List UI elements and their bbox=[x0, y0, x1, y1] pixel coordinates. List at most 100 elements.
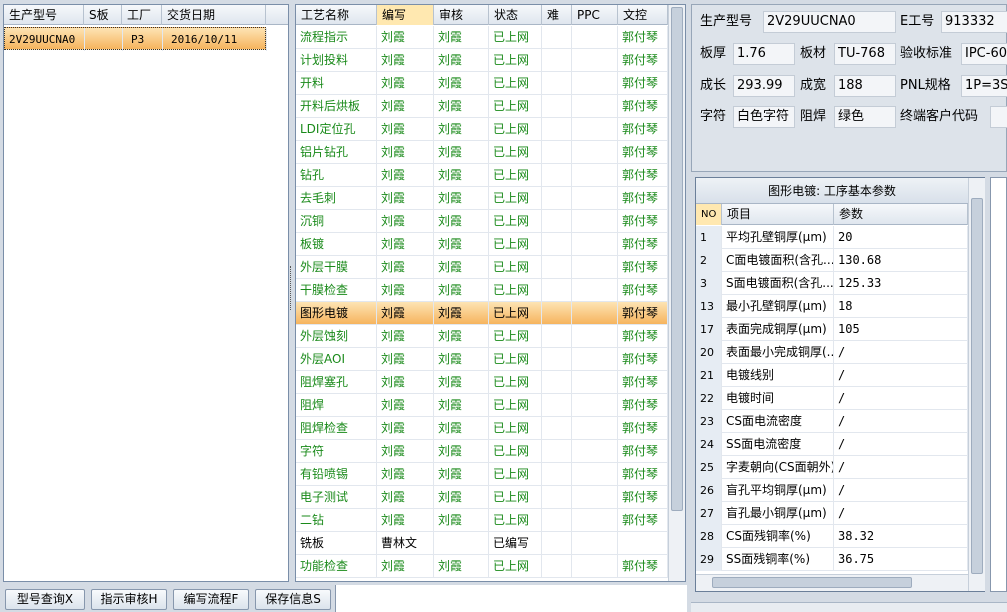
model-row[interactable]: 2V29UUCNA0 P3 2016/10/11 bbox=[4, 27, 267, 51]
process-row[interactable]: 铝片钻孔 刘霞 刘霞 已上网 郭付琴 bbox=[296, 141, 668, 164]
process-row[interactable]: 铣板 曹林文 已编写 bbox=[296, 532, 668, 555]
process-row[interactable]: 外层干膜 刘霞 刘霞 已上网 郭付琴 bbox=[296, 256, 668, 279]
param-item-cell: SS面残铜率(%) bbox=[722, 548, 834, 571]
acceptance-std-field[interactable]: IPC-60 bbox=[961, 43, 1007, 65]
customer-code-field[interactable] bbox=[990, 106, 1007, 128]
col-delivery-date[interactable]: 交货日期 bbox=[162, 5, 266, 25]
col-ppc[interactable]: PPC bbox=[572, 5, 618, 25]
mask-field[interactable]: 绿色 bbox=[834, 106, 896, 128]
process-row[interactable]: 图形电镀 刘霞 刘霞 已上网 郭付琴 bbox=[296, 302, 668, 325]
length-field[interactable]: 293.99 bbox=[733, 75, 795, 97]
col-s-board[interactable]: S板 bbox=[84, 5, 122, 25]
process-list-panel: 工艺名称 编写 审核 状态 难 PPC 文控 流程指示 刘霞 刘霞 已上网 郭付琴 计划投… bbox=[295, 4, 686, 582]
author-cell: 曹林文 bbox=[377, 532, 434, 555]
col-process-name[interactable]: 工艺名称 bbox=[296, 5, 377, 25]
process-name-cell: 钻孔 bbox=[296, 164, 377, 187]
col-model[interactable]: 生产型号 bbox=[4, 5, 84, 25]
process-row[interactable]: 沉铜 刘霞 刘霞 已上网 郭付琴 bbox=[296, 210, 668, 233]
param-row[interactable]: 23 CS面电流密度 / bbox=[696, 410, 968, 433]
doc-control-cell: 郭付琴 bbox=[618, 118, 668, 141]
param-row[interactable]: 13 最小孔壁铜厚(μm) 18 bbox=[696, 295, 968, 318]
write-flow-button[interactable]: 编写流程F bbox=[173, 589, 249, 610]
eng-field[interactable]: 913332 bbox=[941, 11, 1007, 33]
col-factory[interactable]: 工厂 bbox=[122, 5, 162, 25]
col-item[interactable]: 项目 bbox=[722, 204, 834, 225]
param-row[interactable]: 27 盲孔最小铜厚(μm) / bbox=[696, 502, 968, 525]
process-row[interactable]: 板镀 刘霞 刘霞 已上网 郭付琴 bbox=[296, 233, 668, 256]
param-row[interactable]: 2 C面电镀面积(含孔... 130.68 bbox=[696, 249, 968, 272]
params-scrollbar[interactable] bbox=[968, 178, 985, 591]
process-row[interactable]: 去毛刺 刘霞 刘霞 已上网 郭付琴 bbox=[296, 187, 668, 210]
process-row[interactable]: 阻焊塞孔 刘霞 刘霞 已上网 郭付琴 bbox=[296, 371, 668, 394]
save-info-button[interactable]: 保存信息S bbox=[255, 589, 331, 610]
process-row[interactable]: 开料后烘板 刘霞 刘霞 已上网 郭付琴 bbox=[296, 95, 668, 118]
param-row[interactable]: 1 平均孔壁铜厚(μm) 20 bbox=[696, 226, 968, 249]
process-row[interactable]: LDI定位孔 刘霞 刘霞 已上网 郭付琴 bbox=[296, 118, 668, 141]
reviewer-cell: 刘霞 bbox=[434, 210, 489, 233]
process-name-cell: 铣板 bbox=[296, 532, 377, 555]
author-cell: 刘霞 bbox=[377, 95, 434, 118]
params-hscrollbar[interactable] bbox=[696, 574, 968, 591]
doc-control-cell: 郭付琴 bbox=[618, 325, 668, 348]
process-row[interactable]: 功能检查 刘霞 刘霞 已上网 郭付琴 bbox=[296, 555, 668, 578]
process-list-scroll-thumb[interactable] bbox=[671, 7, 683, 511]
param-row[interactable]: 17 表面完成铜厚(μm) 105 bbox=[696, 318, 968, 341]
ppc-cell bbox=[572, 555, 618, 578]
ppc-cell bbox=[572, 486, 618, 509]
process-row[interactable]: 干膜检查 刘霞 刘霞 已上网 郭付琴 bbox=[296, 279, 668, 302]
params-hscroll-thumb[interactable] bbox=[712, 577, 912, 588]
difficulty-cell bbox=[542, 348, 572, 371]
process-row[interactable]: 计划投料 刘霞 刘霞 已上网 郭付琴 bbox=[296, 49, 668, 72]
difficulty-cell bbox=[542, 233, 572, 256]
reviewer-cell: 刘霞 bbox=[434, 463, 489, 486]
legend-field[interactable]: 白色字符 bbox=[733, 106, 795, 128]
process-row[interactable]: 钻孔 刘霞 刘霞 已上网 郭付琴 bbox=[296, 164, 668, 187]
process-row[interactable]: 阻焊 刘霞 刘霞 已上网 郭付琴 bbox=[296, 394, 668, 417]
col-value[interactable]: 参数 bbox=[834, 204, 968, 225]
doc-control-cell: 郭付琴 bbox=[618, 141, 668, 164]
process-row[interactable]: 阻焊检查 刘霞 刘霞 已上网 郭付琴 bbox=[296, 417, 668, 440]
param-row[interactable]: 29 SS面残铜率(%) 36.75 bbox=[696, 548, 968, 571]
param-value-cell: 125.33 bbox=[834, 272, 968, 295]
pnl-field[interactable]: 1P=3S bbox=[961, 75, 1007, 97]
process-row[interactable]: 外层AOI 刘霞 刘霞 已上网 郭付琴 bbox=[296, 348, 668, 371]
param-item-cell: 字麦朝向(CS面朝外) bbox=[722, 456, 834, 479]
col-difficulty[interactable]: 难 bbox=[542, 5, 572, 25]
process-row[interactable]: 开料 刘霞 刘霞 已上网 郭付琴 bbox=[296, 72, 668, 95]
col-author[interactable]: 编写 bbox=[377, 5, 434, 25]
review-button[interactable]: 指示审核H bbox=[91, 589, 167, 610]
col-doc-control[interactable]: 文控 bbox=[618, 5, 668, 25]
process-row[interactable]: 外层蚀刻 刘霞 刘霞 已上网 郭付琴 bbox=[296, 325, 668, 348]
param-no-cell: 23 bbox=[696, 410, 722, 433]
process-row[interactable]: 电子测试 刘霞 刘霞 已上网 郭付琴 bbox=[296, 486, 668, 509]
material-field[interactable]: TU-768 bbox=[834, 43, 896, 65]
param-row[interactable]: 20 表面最小完成铜厚(... / bbox=[696, 341, 968, 364]
process-row[interactable]: 流程指示 刘霞 刘霞 已上网 郭付琴 bbox=[296, 26, 668, 49]
param-row[interactable]: 22 电镀时间 / bbox=[696, 387, 968, 410]
param-row[interactable]: 28 CS面残铜率(%) 38.32 bbox=[696, 525, 968, 548]
param-no-cell: 24 bbox=[696, 433, 722, 456]
param-row[interactable]: 21 电镀线别 / bbox=[696, 364, 968, 387]
process-name-cell: 沉铜 bbox=[296, 210, 377, 233]
col-reviewer[interactable]: 审核 bbox=[434, 5, 489, 25]
doc-control-cell: 郭付琴 bbox=[618, 164, 668, 187]
difficulty-cell bbox=[542, 463, 572, 486]
process-row[interactable]: 字符 刘霞 刘霞 已上网 郭付琴 bbox=[296, 440, 668, 463]
doc-control-cell: 郭付琴 bbox=[618, 95, 668, 118]
process-row[interactable]: 有铅喷锡 刘霞 刘霞 已上网 郭付琴 bbox=[296, 463, 668, 486]
process-list-scrollbar[interactable] bbox=[668, 5, 685, 581]
process-row[interactable]: 二钻 刘霞 刘霞 已上网 郭付琴 bbox=[296, 509, 668, 532]
params-scroll-thumb[interactable] bbox=[971, 198, 983, 574]
param-row[interactable]: 24 SS面电流密度 / bbox=[696, 433, 968, 456]
model-field[interactable]: 2V29UUCNA0 bbox=[763, 11, 896, 33]
col-status[interactable]: 状态 bbox=[489, 5, 542, 25]
param-row[interactable]: 25 字麦朝向(CS面朝外) / bbox=[696, 456, 968, 479]
thickness-field[interactable]: 1.76 bbox=[733, 43, 795, 65]
param-row[interactable]: 3 S面电镀面积(含孔... 125.33 bbox=[696, 272, 968, 295]
width-field[interactable]: 188 bbox=[834, 75, 896, 97]
param-item-cell: CS面电流密度 bbox=[722, 410, 834, 433]
col-no[interactable]: NO bbox=[696, 204, 722, 225]
param-row[interactable]: 26 盲孔平均铜厚(μm) / bbox=[696, 479, 968, 502]
param-value-cell: / bbox=[834, 456, 968, 479]
model-query-button[interactable]: 型号查询X bbox=[5, 589, 85, 610]
